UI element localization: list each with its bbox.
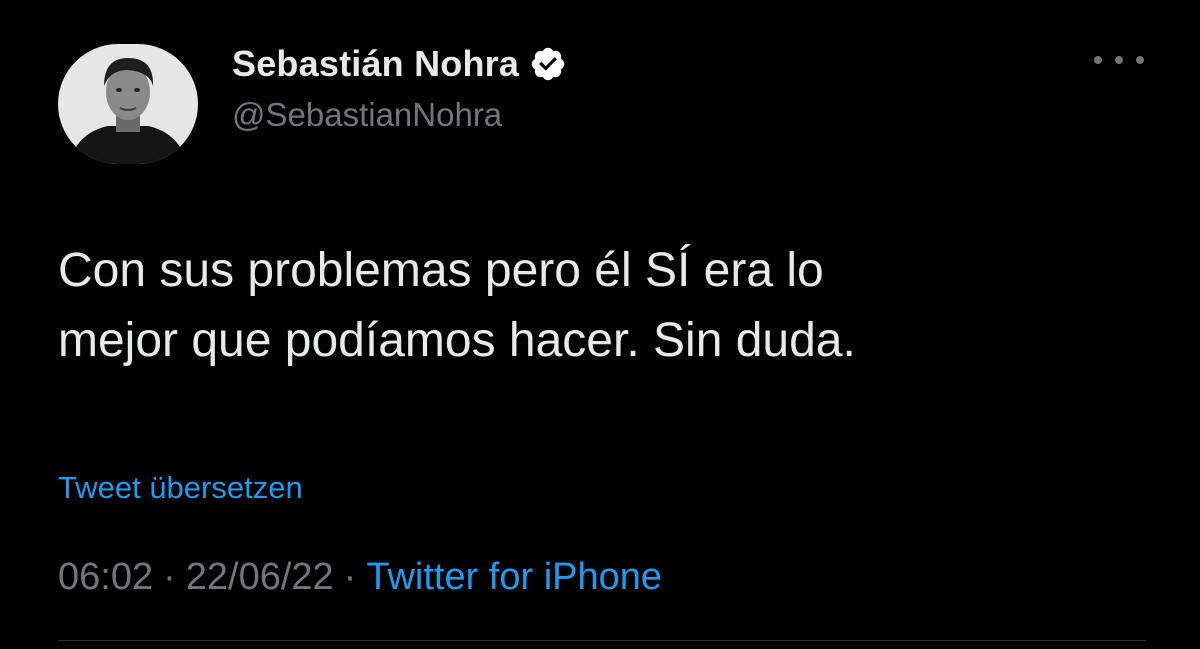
tweet-text: Con sus problemas pero él SÍ era lo mejo…	[58, 244, 856, 367]
tweet-metadata: 06:02 · 22/06/22 · Twitter for iPhone	[58, 556, 662, 599]
verified-badge-icon	[529, 45, 567, 83]
tweet-time[interactable]: 06:02	[58, 556, 153, 599]
avatar-photo	[58, 44, 198, 164]
more-dot	[1115, 56, 1123, 64]
author-display-name[interactable]: Sebastián Nohra	[232, 43, 519, 85]
tweet-source-link[interactable]: Twitter for iPhone	[366, 556, 662, 599]
meta-separator: ·	[163, 556, 176, 598]
author-info: Sebastián Nohra @SebastianNohra	[232, 42, 567, 134]
translate-tweet-link[interactable]: Tweet übersetzen	[58, 470, 303, 506]
meta-separator: ·	[343, 556, 357, 598]
more-dot	[1094, 56, 1102, 64]
more-options-icon[interactable]	[1094, 48, 1144, 72]
author-handle[interactable]: @SebastianNohra	[232, 96, 567, 134]
avatar[interactable]	[58, 44, 198, 164]
divider	[58, 640, 1146, 641]
tweet-date[interactable]: 22/06/22	[186, 556, 334, 599]
tweet-detail: Sebastián Nohra @SebastianNohra Con sus …	[0, 0, 1200, 649]
author-name-row: Sebastián Nohra	[232, 42, 567, 86]
more-dot	[1136, 56, 1144, 64]
